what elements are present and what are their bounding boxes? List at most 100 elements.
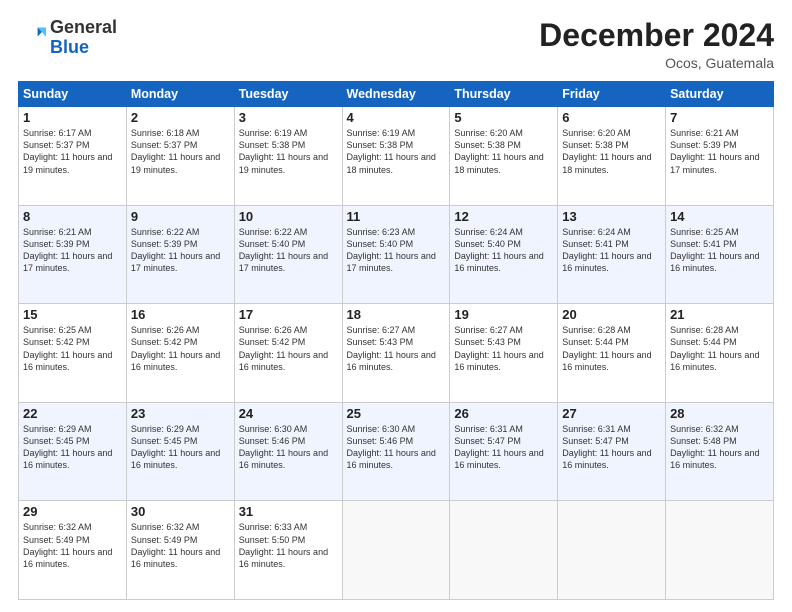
- day-number: 11: [347, 209, 446, 224]
- days-header-row: SundayMondayTuesdayWednesdayThursdayFrid…: [19, 82, 774, 107]
- logo-general: General: [50, 17, 117, 37]
- day-cell-27: 27 Sunrise: 6:31 AMSunset: 5:47 PMDayligh…: [558, 402, 666, 501]
- empty-cell: [666, 501, 774, 600]
- day-cell-30: 30 Sunrise: 6:32 AMSunset: 5:49 PMDayligh…: [126, 501, 234, 600]
- day-info: Sunrise: 6:31 AMSunset: 5:47 PMDaylight:…: [454, 423, 553, 472]
- day-cell-5: 5 Sunrise: 6:20 AMSunset: 5:38 PMDaylight…: [450, 107, 558, 206]
- day-cell-13: 13 Sunrise: 6:24 AMSunset: 5:41 PMDayligh…: [558, 205, 666, 304]
- day-cell-12: 12 Sunrise: 6:24 AMSunset: 5:40 PMDayligh…: [450, 205, 558, 304]
- day-header-saturday: Saturday: [666, 82, 774, 107]
- day-cell-31: 31 Sunrise: 6:33 AMSunset: 5:50 PMDayligh…: [234, 501, 342, 600]
- day-header-thursday: Thursday: [450, 82, 558, 107]
- day-info: Sunrise: 6:23 AMSunset: 5:40 PMDaylight:…: [347, 226, 446, 275]
- day-number: 29: [23, 504, 122, 519]
- day-cell-2: 2 Sunrise: 6:18 AMSunset: 5:37 PMDaylight…: [126, 107, 234, 206]
- day-cell-4: 4 Sunrise: 6:19 AMSunset: 5:38 PMDaylight…: [342, 107, 450, 206]
- day-info: Sunrise: 6:28 AMSunset: 5:44 PMDaylight:…: [670, 324, 769, 373]
- empty-cell: [450, 501, 558, 600]
- day-info: Sunrise: 6:25 AMSunset: 5:41 PMDaylight:…: [670, 226, 769, 275]
- week-row-1: 1 Sunrise: 6:17 AMSunset: 5:37 PMDaylight…: [19, 107, 774, 206]
- day-info: Sunrise: 6:22 AMSunset: 5:39 PMDaylight:…: [131, 226, 230, 275]
- day-number: 21: [670, 307, 769, 322]
- day-cell-21: 21 Sunrise: 6:28 AMSunset: 5:44 PMDayligh…: [666, 304, 774, 403]
- day-cell-9: 9 Sunrise: 6:22 AMSunset: 5:39 PMDaylight…: [126, 205, 234, 304]
- day-number: 25: [347, 406, 446, 421]
- logo-icon: [18, 24, 46, 52]
- day-info: Sunrise: 6:21 AMSunset: 5:39 PMDaylight:…: [23, 226, 122, 275]
- day-number: 7: [670, 110, 769, 125]
- day-info: Sunrise: 6:33 AMSunset: 5:50 PMDaylight:…: [239, 521, 338, 570]
- day-info: Sunrise: 6:32 AMSunset: 5:48 PMDaylight:…: [670, 423, 769, 472]
- day-cell-26: 26 Sunrise: 6:31 AMSunset: 5:47 PMDayligh…: [450, 402, 558, 501]
- week-row-4: 22Sunrise: 6:29 AMSunset: 5:45 PMDayligh…: [19, 402, 774, 501]
- day-cell-1: 1 Sunrise: 6:17 AMSunset: 5:37 PMDaylight…: [19, 107, 127, 206]
- day-info: Sunrise: 6:25 AMSunset: 5:42 PMDaylight:…: [23, 324, 122, 373]
- day-number: 26: [454, 406, 553, 421]
- day-cell-16: 16 Sunrise: 6:26 AMSunset: 5:42 PMDayligh…: [126, 304, 234, 403]
- day-info: Sunrise: 6:17 AMSunset: 5:37 PMDaylight:…: [23, 127, 122, 176]
- week-row-5: 29 Sunrise: 6:32 AMSunset: 5:49 PMDayligh…: [19, 501, 774, 600]
- calendar: SundayMondayTuesdayWednesdayThursdayFrid…: [18, 81, 774, 600]
- day-number: 5: [454, 110, 553, 125]
- day-info: Sunrise: 6:30 AMSunset: 5:46 PMDaylight:…: [239, 423, 338, 472]
- day-header-friday: Friday: [558, 82, 666, 107]
- day-info: Sunrise: 6:24 AMSunset: 5:41 PMDaylight:…: [562, 226, 661, 275]
- day-info: Sunrise: 6:30 AMSunset: 5:46 PMDaylight:…: [347, 423, 446, 472]
- day-number: 31: [239, 504, 338, 519]
- week-row-3: 15Sunrise: 6:25 AMSunset: 5:42 PMDayligh…: [19, 304, 774, 403]
- day-cell-15: 15Sunrise: 6:25 AMSunset: 5:42 PMDayligh…: [19, 304, 127, 403]
- day-cell-17: 17Sunrise: 6:26 AMSunset: 5:42 PMDayligh…: [234, 304, 342, 403]
- day-number: 23: [131, 406, 230, 421]
- day-info: Sunrise: 6:31 AMSunset: 5:47 PMDaylight:…: [562, 423, 661, 472]
- day-cell-10: 10 Sunrise: 6:22 AMSunset: 5:40 PMDayligh…: [234, 205, 342, 304]
- day-header-monday: Monday: [126, 82, 234, 107]
- day-cell-22: 22Sunrise: 6:29 AMSunset: 5:45 PMDayligh…: [19, 402, 127, 501]
- day-info: Sunrise: 6:27 AMSunset: 5:43 PMDaylight:…: [454, 324, 553, 373]
- day-number: 20: [562, 307, 661, 322]
- day-cell-8: 8 Sunrise: 6:21 AMSunset: 5:39 PMDaylight…: [19, 205, 127, 304]
- week-row-2: 8 Sunrise: 6:21 AMSunset: 5:39 PMDaylight…: [19, 205, 774, 304]
- empty-cell: [558, 501, 666, 600]
- day-cell-29: 29 Sunrise: 6:32 AMSunset: 5:49 PMDayligh…: [19, 501, 127, 600]
- day-info: Sunrise: 6:22 AMSunset: 5:40 PMDaylight:…: [239, 226, 338, 275]
- day-number: 14: [670, 209, 769, 224]
- day-cell-23: 23 Sunrise: 6:29 AMSunset: 5:45 PMDayligh…: [126, 402, 234, 501]
- day-cell-7: 7Sunrise: 6:21 AMSunset: 5:39 PMDaylight…: [666, 107, 774, 206]
- calendar-body: 1 Sunrise: 6:17 AMSunset: 5:37 PMDaylight…: [19, 107, 774, 600]
- day-number: 8: [23, 209, 122, 224]
- day-info: Sunrise: 6:32 AMSunset: 5:49 PMDaylight:…: [23, 521, 122, 570]
- day-info: Sunrise: 6:32 AMSunset: 5:49 PMDaylight:…: [131, 521, 230, 570]
- title-section: December 2024 Ocos, Guatemala: [539, 18, 774, 71]
- day-info: Sunrise: 6:26 AMSunset: 5:42 PMDaylight:…: [131, 324, 230, 373]
- day-info: Sunrise: 6:19 AMSunset: 5:38 PMDaylight:…: [347, 127, 446, 176]
- day-number: 19: [454, 307, 553, 322]
- day-number: 2: [131, 110, 230, 125]
- day-number: 3: [239, 110, 338, 125]
- day-number: 30: [131, 504, 230, 519]
- day-info: Sunrise: 6:20 AMSunset: 5:38 PMDaylight:…: [454, 127, 553, 176]
- day-cell-28: 28Sunrise: 6:32 AMSunset: 5:48 PMDayligh…: [666, 402, 774, 501]
- header: General Blue December 2024 Ocos, Guatema…: [18, 18, 774, 71]
- day-number: 9: [131, 209, 230, 224]
- day-info: Sunrise: 6:29 AMSunset: 5:45 PMDaylight:…: [131, 423, 230, 472]
- day-number: 27: [562, 406, 661, 421]
- day-number: 16: [131, 307, 230, 322]
- day-cell-24: 24Sunrise: 6:30 AMSunset: 5:46 PMDayligh…: [234, 402, 342, 501]
- day-number: 13: [562, 209, 661, 224]
- day-number: 10: [239, 209, 338, 224]
- day-cell-11: 11 Sunrise: 6:23 AMSunset: 5:40 PMDayligh…: [342, 205, 450, 304]
- day-info: Sunrise: 6:26 AMSunset: 5:42 PMDaylight:…: [239, 324, 338, 373]
- day-number: 12: [454, 209, 553, 224]
- month-title: December 2024: [539, 18, 774, 53]
- day-info: Sunrise: 6:18 AMSunset: 5:37 PMDaylight:…: [131, 127, 230, 176]
- day-number: 1: [23, 110, 122, 125]
- day-number: 18: [347, 307, 446, 322]
- page: General Blue December 2024 Ocos, Guatema…: [0, 0, 792, 612]
- day-cell-6: 6Sunrise: 6:20 AMSunset: 5:38 PMDaylight…: [558, 107, 666, 206]
- day-number: 4: [347, 110, 446, 125]
- day-cell-3: 3 Sunrise: 6:19 AMSunset: 5:38 PMDaylight…: [234, 107, 342, 206]
- day-cell-19: 19 Sunrise: 6:27 AMSunset: 5:43 PMDayligh…: [450, 304, 558, 403]
- day-info: Sunrise: 6:24 AMSunset: 5:40 PMDaylight:…: [454, 226, 553, 275]
- day-info: Sunrise: 6:19 AMSunset: 5:38 PMDaylight:…: [239, 127, 338, 176]
- day-header-sunday: Sunday: [19, 82, 127, 107]
